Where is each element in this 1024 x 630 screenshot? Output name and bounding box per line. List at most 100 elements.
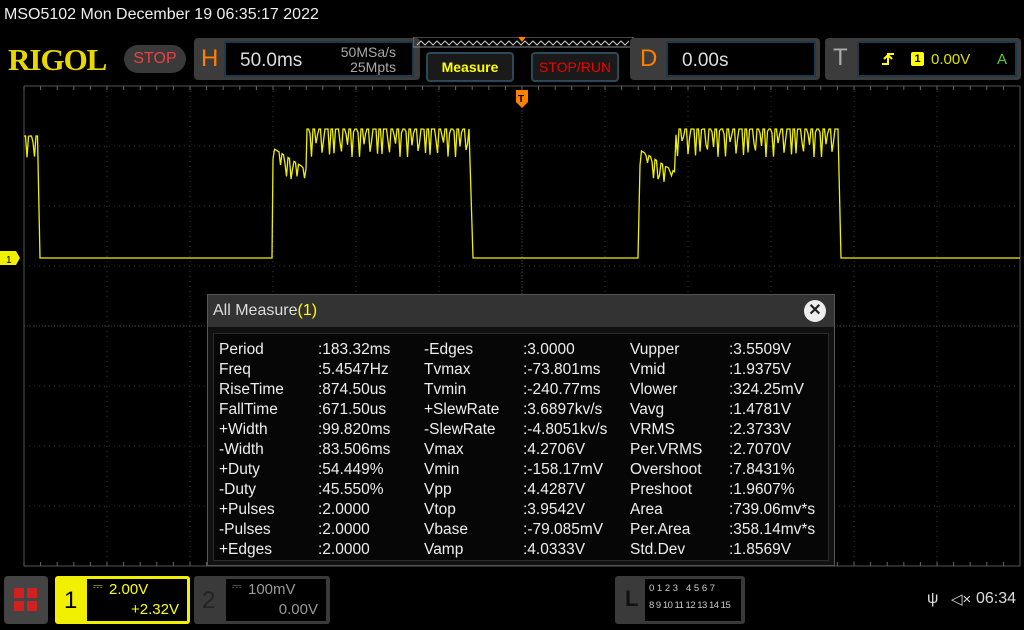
measure-value: :1.4781V [729,401,792,418]
measure-row: -Pulses :2.0000 [219,520,390,540]
measure-label: VRMS [630,421,675,438]
delay-label: D [640,45,658,72]
ch1-panel[interactable]: 1 ⎓ 2.00V +2.32V [55,576,190,624]
measure-row: Vtop :3.9542V [424,500,607,520]
measure-label: +Edges [219,541,273,558]
dialog-title: All Measure [213,302,298,319]
close-button[interactable]: ✕ [804,300,826,322]
ch1-waveform [24,128,1020,259]
measure-row: Vmid:1.9375V [630,360,815,380]
measure-column: -Edges:3.0000 Tvmax:-73.801ms Tvmin:-240.7… [424,340,607,560]
measure-row: Period:183.32ms [219,340,390,360]
measure-label: Freq [219,361,251,378]
horizontal-label: H [201,45,219,72]
dialog-channel: (1) [297,302,318,319]
timebase-value: 50.0ms [240,50,303,71]
measure-label: Vupper [630,341,680,358]
measure-row: Vupper:3.5509V [630,340,815,360]
horizontal-panel[interactable]: H 50.0ms 50MSa/s 25Mpts [194,38,420,80]
ch1-scale: 2.00V [109,581,149,598]
measure-row: RiseTime :874.50us [219,380,390,400]
rising-edge-icon [882,53,894,65]
measure-label: +Duty [219,461,260,478]
measure-value: :2.0000 [318,521,370,538]
measure-label: +Pulses [219,501,275,518]
dialog-header: All Measure(1) [208,295,834,327]
menu-button[interactable] [4,576,48,624]
measurement-table: Period:183.32ms Freq:5.4547Hz RiseTime:874… [213,333,829,561]
measure-button[interactable]: Measure [426,52,514,82]
measure-row: -Width:83.506ms [219,440,390,460]
usb-icon: ψ [927,590,939,607]
measure-value: :2.0000 [318,541,370,558]
speaker-muted-icon[interactable]: ◁× [951,590,971,608]
measure-value: :1.9607% [729,481,795,498]
measure-row: +Pulses:2.0000 [219,500,390,520]
ch1-number: 1 [64,587,78,614]
ch1-ground-marker: 1 [0,251,20,266]
delay-panel[interactable]: D 0.00s [630,38,820,80]
trigger-level: 0.00V [931,51,971,68]
measure-label: RiseTime [219,381,284,398]
measure-value: :-79.085mV [523,521,604,538]
measure-value: :874.50us [318,381,387,398]
measure-value: :671.50us [318,401,387,418]
measure-label: Preshoot [630,481,693,498]
svg-text:1: 1 [6,255,12,266]
measure-value: :3.9542V [523,501,586,518]
measure-row: Vmax:4.2706V [424,440,607,460]
measure-label: Std.Dev [630,541,686,558]
memory-position-bar[interactable] [413,37,635,49]
measure-column: Period:183.32ms Freq:5.4547Hz RiseTime:874… [219,340,390,560]
measure-row: -Edges:3.0000 [424,340,607,360]
measure-row: +Duty :54.449% [219,460,390,480]
measure-label: Tvmin [424,381,467,398]
measure-value: :-158.17mV [523,461,604,478]
trigger-panel[interactable]: T 1 0.00V A [825,38,1021,80]
run-state-badge[interactable]: STOP [124,45,186,73]
measure-row: Vbase:-79.085mV [424,520,607,540]
logic-label: L [625,586,639,611]
measure-row: VRMS:2.3733V [630,420,815,440]
measure-value: :99.820ms [318,421,391,438]
measure-row: Vpp:4.4287V [424,480,607,500]
measure-label: -Duty [219,481,257,498]
rigol-logo: RIGOL [8,42,107,77]
sample-rate: 50MSa/s [340,44,396,60]
logic-panel[interactable]: L 0 1 2 3 4 5 6 7 8 9 10 11 12 13 14 15 [615,576,745,624]
measure-value: :54.449% [318,461,384,478]
memory-depth: 25Mpts [350,59,396,75]
measure-value: :-73.801ms [523,361,601,378]
measure-row: Area:739.06mv*s [630,500,815,520]
measure-row: -SlewRate:-4.8051kv/s [424,420,607,440]
measure-value: :324.25mV [729,381,804,398]
measure-label: FallTime [219,401,278,418]
measure-label: -Pulses [219,521,271,538]
clock: 06:34 [976,590,1017,607]
dc-coupling-icon: ⎓ [232,579,242,593]
delay-value: 0.00s [682,50,729,71]
memory-zigzag [416,40,630,46]
logic-channels-low: 0 1 2 3 4 5 6 7 [649,583,716,594]
measure-value: :4.0333V [523,541,586,558]
measure-value: :2.7070V [729,441,792,458]
measure-label: -Width [219,441,264,458]
ch2-scale: 100mV [248,581,296,598]
measure-label: Vtop [424,501,456,518]
measure-value: :1.8569V [729,541,792,558]
stop-run-button[interactable]: STOP/RUN [531,52,619,82]
measure-label: Overshoot [630,461,702,478]
measure-row: Vamp :4.0333V [424,540,607,560]
measure-label: Vamp [424,541,464,558]
measure-row: Overshoot :7.8431% [630,460,815,480]
ch2-panel[interactable]: 2 ⎓ 100mV 0.00V [194,576,330,624]
measure-row: Per.VRMS:2.7070V [630,440,815,460]
measure-value: :7.8431% [729,461,795,478]
measure-label: +SlewRate [424,401,500,418]
measure-label: -Edges [424,341,474,358]
measure-label: Vmax [424,441,464,458]
measure-value: :-240.77ms [523,381,601,398]
measure-label: Vlower [630,381,678,398]
measure-value: :739.06mv*s [729,501,816,518]
grid-menu-icon [14,588,37,611]
